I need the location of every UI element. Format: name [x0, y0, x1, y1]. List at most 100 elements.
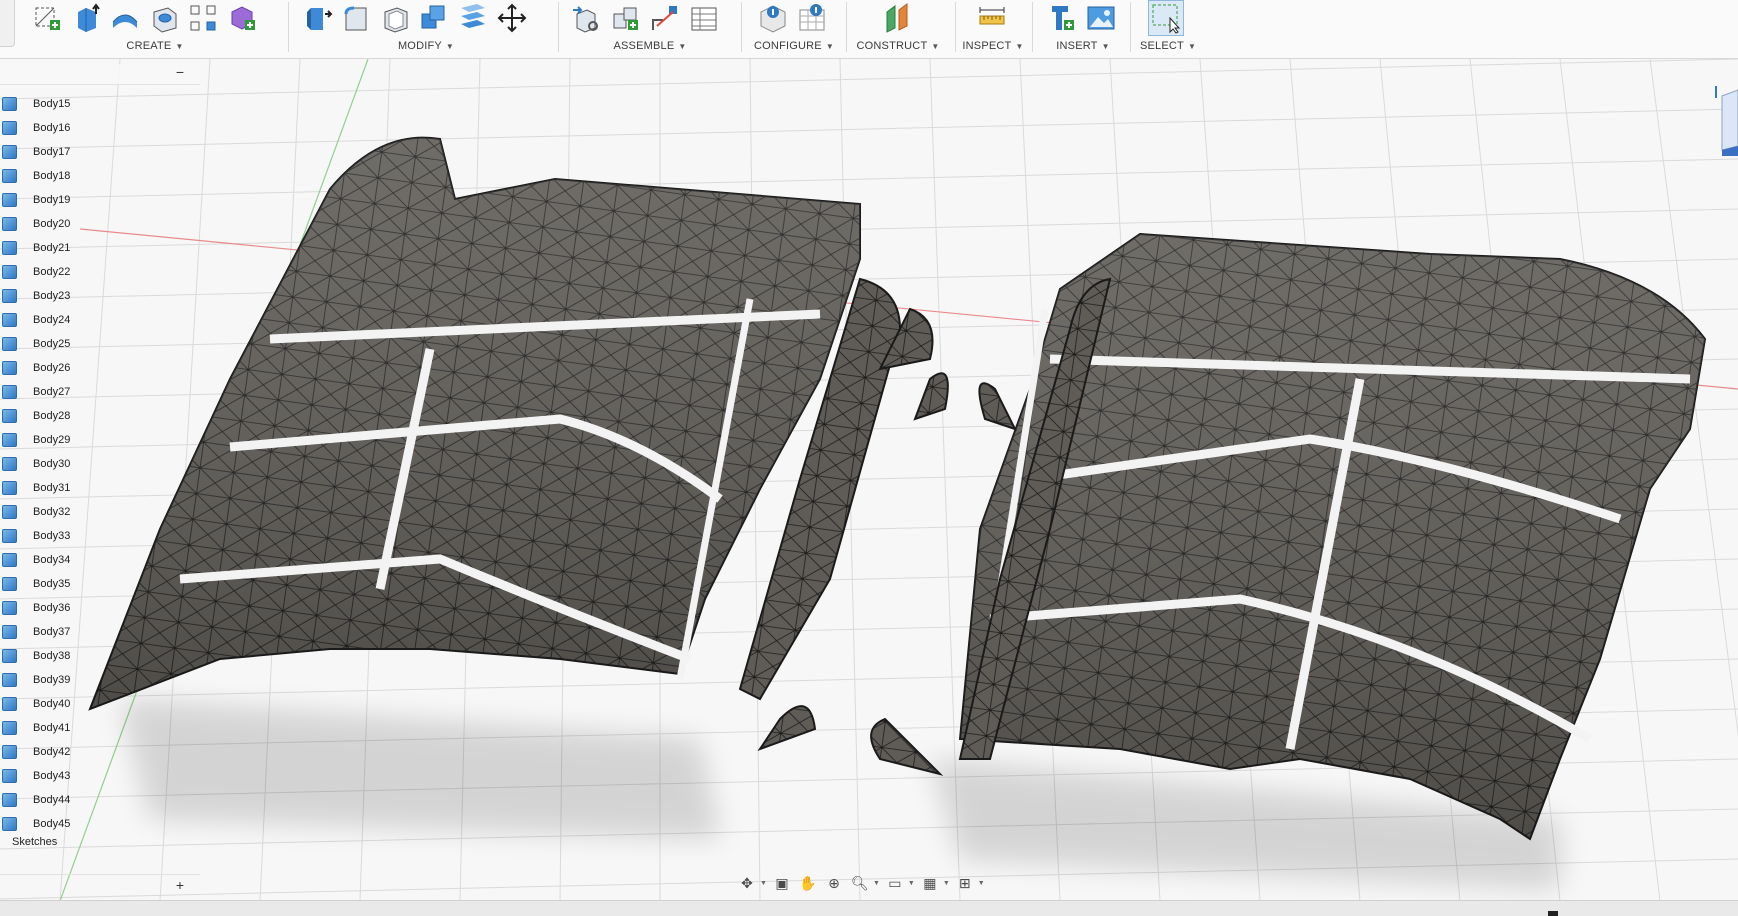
collapse-button[interactable]: − — [176, 64, 184, 80]
body-icon[interactable] — [2, 97, 17, 111]
browser-body-row[interactable]: Body22 — [0, 260, 200, 284]
new-component-icon[interactable] — [570, 1, 604, 35]
create-sketch-icon[interactable] — [30, 1, 64, 35]
body-icon[interactable] — [2, 553, 17, 567]
combine-icon[interactable] — [417, 1, 451, 35]
create-menu[interactable]: CREATE ▼ — [126, 40, 183, 52]
offset-face-icon[interactable] — [456, 1, 490, 35]
construct-menu[interactable]: CONSTRUCT ▼ — [857, 40, 940, 52]
as-built-joint-icon[interactable] — [648, 1, 682, 35]
browser-body-row[interactable]: Body25 — [0, 332, 200, 356]
chevron-down-icon[interactable]: ▼ — [943, 880, 950, 887]
canvas-viewport[interactable] — [0, 59, 1738, 901]
browser-body-row[interactable]: Body44 — [0, 788, 200, 812]
body-icon[interactable] — [2, 505, 17, 519]
browser-body-row[interactable]: Body18 — [0, 164, 200, 188]
fillet-icon[interactable] — [339, 1, 373, 35]
body-icon[interactable] — [2, 457, 17, 471]
insert-canvas-icon[interactable] — [1084, 1, 1118, 35]
body-icon[interactable] — [2, 121, 17, 135]
browser-body-row[interactable]: Body36 — [0, 596, 200, 620]
browser-body-row[interactable]: Body41 — [0, 716, 200, 740]
configure-parameters-icon[interactable] — [756, 1, 790, 35]
body-icon[interactable] — [2, 361, 17, 375]
chevron-down-icon[interactable]: ▼ — [908, 880, 915, 887]
zoom-window-icon[interactable]: 🔍︎ — [849, 872, 871, 894]
configuration-table-icon[interactable] — [795, 1, 829, 35]
body-icon[interactable] — [2, 169, 17, 183]
body-icon[interactable] — [2, 673, 17, 687]
pan-hand-icon[interactable]: ✋ — [797, 872, 819, 894]
create-form-icon[interactable] — [225, 1, 259, 35]
browser-body-row[interactable]: Body30 — [0, 452, 200, 476]
inspect-menu[interactable]: INSPECT ▼ — [962, 40, 1023, 52]
body-icon[interactable] — [2, 385, 17, 399]
orbit-icon[interactable]: ✥ — [736, 872, 758, 894]
browser-body-row[interactable]: Body29 — [0, 428, 200, 452]
modify-menu[interactable]: MODIFY ▼ — [398, 40, 454, 52]
browser-body-row[interactable]: Body19 — [0, 188, 200, 212]
body-icon[interactable] — [2, 625, 17, 639]
viewcube[interactable] — [1708, 86, 1738, 156]
assemble-menu[interactable]: ASSEMBLE ▼ — [613, 40, 686, 52]
body-icon[interactable] — [2, 481, 17, 495]
extrude-icon[interactable] — [69, 1, 103, 35]
browser-body-row[interactable]: Body33 — [0, 524, 200, 548]
browser-body-row[interactable]: Body37 — [0, 620, 200, 644]
chevron-down-icon[interactable]: ▼ — [978, 880, 985, 887]
browser-body-row[interactable]: Body27 — [0, 380, 200, 404]
body-icon[interactable] — [2, 577, 17, 591]
add-button[interactable]: + — [176, 877, 184, 893]
rectangular-pattern-icon[interactable] — [186, 1, 220, 35]
browser-body-row[interactable]: Body15 — [0, 92, 200, 116]
body-icon[interactable] — [2, 433, 17, 447]
display-settings-icon[interactable]: ▭ — [884, 872, 906, 894]
body-icon[interactable] — [2, 337, 17, 351]
browser-body-row[interactable]: Body42 — [0, 740, 200, 764]
body-icon[interactable] — [2, 769, 17, 783]
body-icon[interactable] — [2, 697, 17, 711]
body-icon[interactable] — [2, 817, 17, 831]
move-copy-icon[interactable] — [495, 1, 529, 35]
chevron-down-icon[interactable]: ▼ — [873, 880, 880, 887]
body-icon[interactable] — [2, 649, 17, 663]
browser-body-row[interactable]: Body28 — [0, 404, 200, 428]
browser-body-row[interactable]: Body40 — [0, 692, 200, 716]
zoom-icon[interactable]: ⊕ — [823, 872, 845, 894]
look-at-icon[interactable]: ▣ — [771, 872, 793, 894]
body-icon[interactable] — [2, 793, 17, 807]
shell-icon[interactable] — [378, 1, 412, 35]
browser-body-row[interactable]: Body17 — [0, 140, 200, 164]
browser-body-row[interactable]: Body16 — [0, 116, 200, 140]
body-icon[interactable] — [2, 313, 17, 327]
window-select-icon[interactable] — [1148, 0, 1184, 36]
browser-body-row[interactable]: Body24 — [0, 308, 200, 332]
body-icon[interactable] — [2, 145, 17, 159]
body-icon[interactable] — [2, 265, 17, 279]
browser-node-sketches[interactable]: Sketches — [12, 836, 57, 848]
browser-body-row[interactable]: Body31 — [0, 476, 200, 500]
hole-icon[interactable] — [147, 1, 181, 35]
body-icon[interactable] — [2, 217, 17, 231]
workspace-tab-edge[interactable] — [0, 0, 15, 47]
configure-menu[interactable]: CONFIGURE ▼ — [754, 40, 834, 52]
body-icon[interactable] — [2, 721, 17, 735]
revolve-icon[interactable] — [108, 1, 142, 35]
viewports-icon[interactable]: ⊞ — [954, 872, 976, 894]
browser-body-row[interactable]: Body23 — [0, 284, 200, 308]
body-icon[interactable] — [2, 193, 17, 207]
chevron-down-icon[interactable]: ▼ — [760, 880, 767, 887]
body-icon[interactable] — [2, 529, 17, 543]
joint-origin-table-icon[interactable] — [687, 1, 721, 35]
press-pull-icon[interactable] — [300, 1, 334, 35]
joint-icon[interactable] — [609, 1, 643, 35]
browser-body-row[interactable]: Body38 — [0, 644, 200, 668]
browser-body-row[interactable]: Body43 — [0, 764, 200, 788]
body-icon[interactable] — [2, 601, 17, 615]
browser-body-row[interactable]: Body39 — [0, 668, 200, 692]
select-menu[interactable]: SELECT ▼ — [1140, 40, 1196, 52]
browser-body-row[interactable]: Body20 — [0, 212, 200, 236]
browser-body-row[interactable]: Body26 — [0, 356, 200, 380]
browser-body-row[interactable]: Body21 — [0, 236, 200, 260]
body-icon[interactable] — [2, 409, 17, 423]
